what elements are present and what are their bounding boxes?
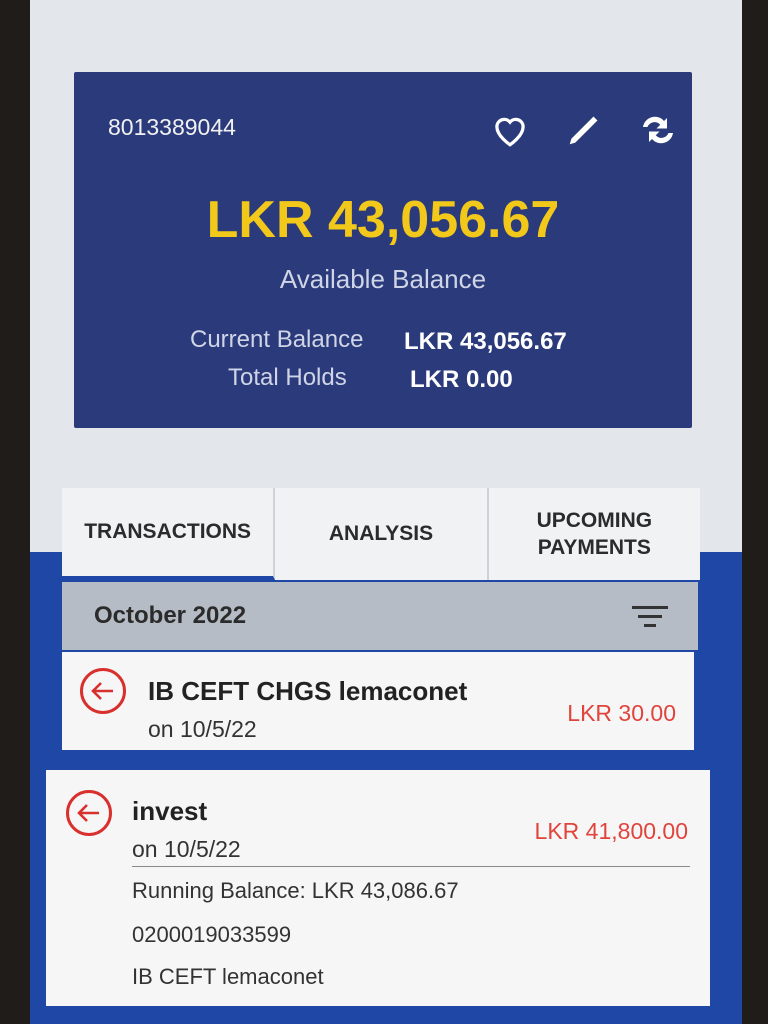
transaction-amount: LKR 41,800.00 bbox=[534, 818, 688, 844]
account-number: 8013389044 bbox=[108, 114, 236, 140]
pencil-icon[interactable] bbox=[562, 108, 606, 152]
total-holds-label: Total Holds bbox=[228, 364, 347, 391]
transaction-item-expanded[interactable]: invest on 10/5/22 LKR 41,800.00 Running … bbox=[46, 770, 710, 1006]
current-balance-label: Current Balance bbox=[190, 326, 364, 353]
total-holds-value: LKR 0.00 bbox=[410, 366, 513, 393]
tab-analysis-label: ANALYSIS bbox=[328, 522, 434, 546]
transaction-item[interactable]: IB CEFT CHGS lemaconet on 10/5/22 LKR 30… bbox=[62, 652, 694, 750]
transaction-amount: LKR 30.00 bbox=[567, 700, 676, 726]
swap-icon[interactable] bbox=[636, 108, 680, 152]
debit-arrow-icon bbox=[66, 790, 112, 836]
divider bbox=[132, 866, 690, 867]
current-balance-value: LKR 43,056.67 bbox=[404, 328, 567, 355]
transaction-date: on 10/5/22 bbox=[132, 836, 241, 862]
tab-upcoming-label-line2: PAYMENTS bbox=[537, 536, 651, 559]
available-balance-label: Available Balance bbox=[279, 264, 487, 294]
debit-arrow-icon bbox=[80, 668, 126, 714]
transaction-description: IB CEFT lemaconet bbox=[132, 964, 324, 989]
tab-upcoming-label-line1: UPCOMING bbox=[536, 508, 653, 532]
tab-transactions[interactable]: TRANSACTIONS bbox=[62, 488, 276, 580]
reference-number: 0200019033599 bbox=[132, 922, 292, 947]
transaction-date: on 10/5/22 bbox=[148, 716, 257, 742]
tab-bar: TRANSACTIONS ANALYSIS UPCOMING PAYMENTS bbox=[62, 488, 700, 580]
card-actions bbox=[488, 108, 680, 152]
app-screen: 8013389044 LKR 43,056.67 Available Balan… bbox=[30, 0, 742, 1024]
heart-icon[interactable] bbox=[488, 108, 532, 152]
month-header: October 2022 bbox=[62, 582, 698, 650]
tab-transactions-label: TRANSACTIONS bbox=[84, 520, 252, 544]
transaction-title: invest bbox=[132, 796, 208, 826]
transaction-title: IB CEFT CHGS lemaconet bbox=[148, 676, 468, 706]
available-balance-value: LKR 43,056.67 bbox=[206, 191, 560, 249]
account-card: 8013389044 LKR 43,056.67 Available Balan… bbox=[74, 72, 692, 428]
tab-upcoming-payments[interactable]: UPCOMING PAYMENTS bbox=[489, 488, 700, 580]
tab-analysis[interactable]: ANALYSIS bbox=[275, 488, 489, 580]
filter-icon[interactable] bbox=[632, 604, 668, 630]
month-label: October 2022 bbox=[94, 602, 247, 629]
running-balance: Running Balance: LKR 43,086.67 bbox=[132, 878, 459, 903]
